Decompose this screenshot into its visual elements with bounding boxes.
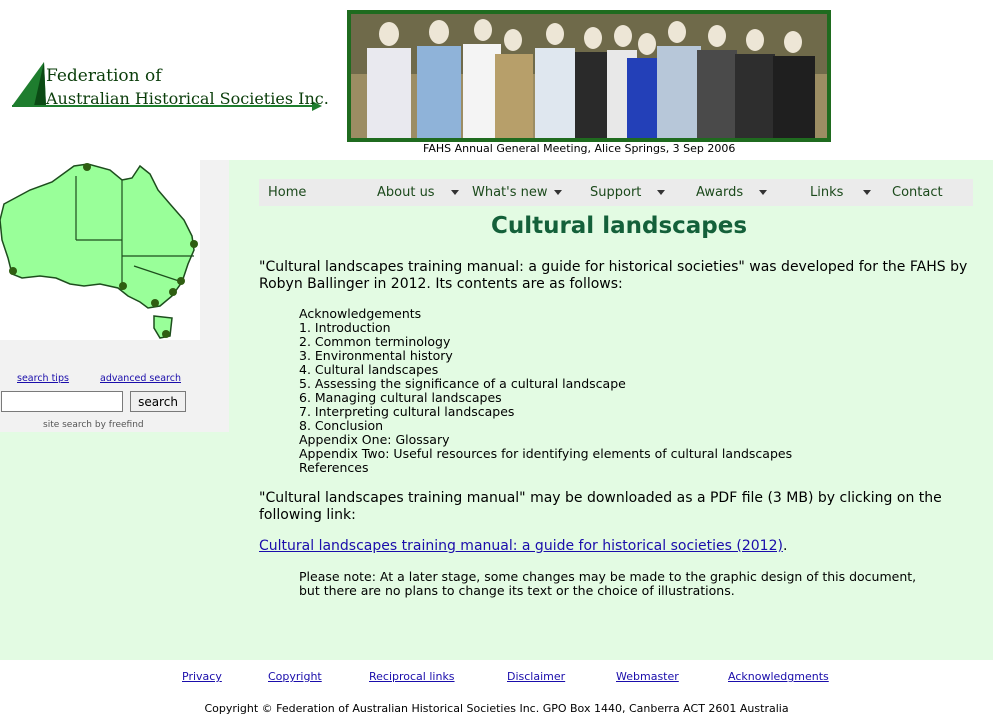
logo-text-line1: Federation of [46,66,162,86]
download-suffix: . [782,538,788,554]
manual-pdf-link[interactable]: Cultural landscapes training manual: a g… [259,538,783,554]
intro-paragraph: "Cultural landscapes training manual: a … [259,259,968,292]
nav-contact[interactable]: Contact [892,185,943,200]
australia-map-icon [0,163,198,339]
footer-acknowledgments-link[interactable]: Acknowledgments [728,670,829,683]
list-item: Acknowledgements [299,306,422,321]
search-credit-prefix: site search by [43,420,106,430]
search-tips-link[interactable]: search tips [17,373,69,384]
footer-privacy-link[interactable]: Privacy [182,670,222,683]
list-item: References [299,460,369,475]
list-item: 5. Assessing the significance of a cultu… [299,376,626,391]
footer-disclaimer-link[interactable]: Disclaimer [507,670,565,683]
photo-caption: FAHS Annual General Meeting, Alice Sprin… [423,142,736,155]
download-line: Cultural landscapes training manual: a g… [259,538,787,554]
nav-support-label: Support [590,185,642,200]
note-paragraph: Please note: At a later stage, some chan… [299,569,917,598]
main-nav: Home About us What's new Support Awards … [259,179,973,206]
list-item: 2. Common terminology [299,334,451,349]
group-photo-image [351,14,827,138]
nav-contact-label: Contact [892,185,943,200]
download-paragraph: "Cultural landscapes training manual" ma… [259,490,942,523]
nav-whats-new[interactable]: What's new [472,185,562,200]
nav-home-label: Home [268,185,307,200]
advanced-search-link[interactable]: advanced search [100,373,181,384]
header-group-photo [347,10,831,142]
search-credit: site search by freefind [43,420,144,430]
list-item: 3. Environmental history [299,348,453,363]
list-item: 4. Cultural landscapes [299,362,439,377]
footer-copyright-link[interactable]: Copyright [268,670,322,683]
footer-reciprocal-links-link[interactable]: Reciprocal links [369,670,455,683]
nav-links-label: Links [810,185,844,200]
nav-support[interactable]: Support [590,185,666,200]
nav-whats-new-label: What's new [472,185,548,200]
chevron-down-icon [450,190,459,195]
logo-text-line2: Australian Historical Societies Inc. [46,89,329,108]
page-title: Cultural landscapes [490,213,748,239]
list-item: Appendix One: Glossary [299,432,450,447]
freefind-brand[interactable]: freefind [109,420,144,430]
list-item: 7. Interpreting cultural landscapes [299,404,515,419]
chevron-down-icon [553,190,562,195]
list-item: 8. Conclusion [299,418,384,433]
footer-webmaster-link[interactable]: Webmaster [616,670,679,683]
nav-about-us[interactable]: About us [377,185,459,200]
search-button[interactable]: search [130,391,186,412]
nav-about-us-label: About us [377,185,435,200]
contents-list: Acknowledgements 1. Introduction 2. Comm… [299,307,792,475]
site-search-input[interactable] [1,391,123,412]
australia-map[interactable] [0,160,200,340]
copyright-notice: Copyright © Federation of Australian His… [204,702,789,715]
list-item: Appendix Two: Useful resources for ident… [299,446,793,461]
nav-home[interactable]: Home [268,185,306,200]
list-item: 6. Managing cultural landscapes [299,390,502,405]
list-item: 1. Introduction [299,320,391,335]
nav-awards[interactable]: Awards [696,185,768,200]
fahs-logo[interactable]: Federation of Australian Historical Soci… [12,60,329,115]
chevron-down-icon [657,190,666,195]
chevron-down-icon [759,190,768,195]
nav-links[interactable]: Links [810,185,872,200]
nav-awards-label: Awards [696,185,744,200]
chevron-down-icon [863,190,872,195]
